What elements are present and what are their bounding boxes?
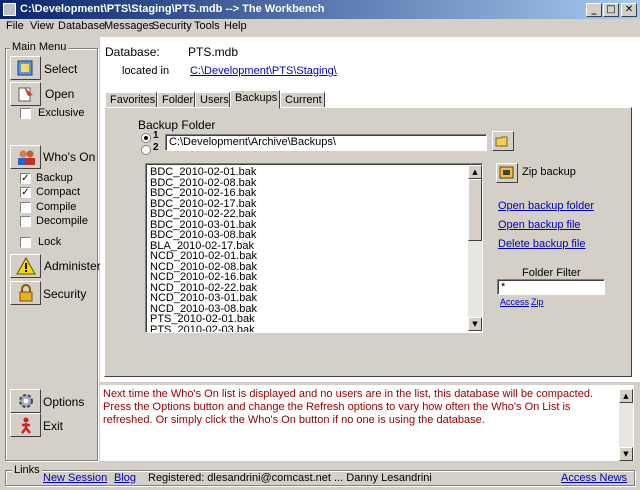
compact-label: Compact — [36, 186, 81, 198]
close-button[interactable]: ✕ — [621, 3, 637, 17]
backup-folder-label: Backup Folder — [138, 118, 216, 132]
database-label: Database: — [105, 45, 160, 59]
folder-radio-1-label: 1 — [153, 130, 159, 141]
new-session-link[interactable]: New Session — [43, 472, 107, 484]
tab-backups[interactable]: Backups — [230, 90, 280, 109]
menu-database[interactable]: Database — [58, 20, 105, 32]
filter-access-link[interactable]: Access — [500, 297, 529, 307]
select-icon — [17, 60, 32, 76]
lock-label: Lock — [38, 236, 62, 248]
menu-security[interactable]: Security — [152, 20, 192, 32]
window-title: C:\Development\PTS\Staging\PTS.mdb --> T… — [20, 3, 325, 15]
folder-icon — [495, 136, 508, 147]
open-backup-file-link[interactable]: Open backup file — [498, 219, 581, 231]
select-button[interactable] — [10, 56, 41, 80]
select-label: Select — [44, 62, 78, 76]
located-in-label: located in — [122, 65, 170, 77]
menu-file[interactable]: File — [6, 20, 24, 32]
links-title: Links — [12, 464, 42, 476]
filter-zip-link[interactable]: Zip — [531, 297, 544, 307]
backup-folder-input[interactable]: C:\Development\Archive\Backups\ — [165, 134, 487, 151]
administer-button[interactable] — [10, 254, 41, 278]
browse-folder-button[interactable] — [492, 131, 514, 151]
list-item[interactable]: BDC_2010-02-22.bak — [150, 209, 256, 220]
folder-radio-2[interactable] — [141, 145, 151, 155]
message-scroll-up[interactable]: ▲ — [619, 389, 633, 403]
scroll-down-button[interactable]: ▼ — [468, 317, 482, 331]
exit-button[interactable] — [10, 413, 41, 437]
compact-checkbox[interactable]: ✓ — [20, 187, 31, 198]
database-location-link[interactable]: C:\Development\PTS\Staging\ — [190, 65, 337, 77]
list-item[interactable]: NCD_2010-02-16.bak — [150, 272, 257, 283]
menu-tools[interactable]: Tools — [194, 20, 220, 32]
list-item[interactable]: BDC_2010-03-08.bak — [150, 230, 256, 241]
exit-label: Exit — [43, 419, 64, 433]
minimize-button[interactable]: _ — [586, 3, 602, 17]
backup-file-list[interactable]: BDC_2010-02-01.bak BDC_2010-02-08.bak BD… — [145, 163, 483, 333]
menu-bar: File View Database Messages Security Too… — [0, 19, 640, 34]
warning-icon — [15, 257, 36, 275]
list-item[interactable]: BDC_2010-02-01.bak — [150, 167, 256, 178]
whos-on-label: Who's On — [43, 150, 96, 164]
open-backup-folder-link[interactable]: Open backup folder — [498, 200, 594, 212]
compile-checkbox[interactable] — [20, 202, 31, 213]
exclusive-checkbox[interactable] — [20, 108, 31, 119]
access-news-link[interactable]: Access News — [561, 472, 627, 484]
whos-on-icon — [17, 150, 35, 165]
options-button[interactable] — [10, 389, 41, 413]
folder-filter-label: Folder Filter — [522, 267, 581, 279]
blog-link[interactable]: Blog — [114, 472, 136, 484]
scroll-thumb[interactable] — [468, 179, 482, 241]
message-text: Next time the Who's On list is displayed… — [103, 388, 594, 426]
tab-current[interactable]: Current — [280, 92, 325, 108]
list-item[interactable]: NCD_2010-03-01.bak — [150, 293, 257, 304]
main-menu-title: Main Menu — [10, 41, 69, 53]
open-label: Open — [45, 87, 75, 101]
menu-view[interactable]: View — [30, 20, 54, 32]
list-item[interactable]: BDC_2010-02-16.bak — [150, 188, 256, 199]
menu-messages[interactable]: Messages — [104, 20, 154, 32]
registered-text: Registered: dlesandrini@comcast.net ... … — [148, 472, 432, 484]
zip-backup-label: Zip backup — [522, 166, 576, 178]
zip-icon — [499, 166, 514, 179]
exclusive-label: Exclusive — [38, 107, 85, 119]
lock-checkbox[interactable] — [20, 237, 31, 248]
backup-label: Backup — [36, 172, 73, 184]
list-item[interactable]: NCD_2010-02-01.bak — [150, 251, 257, 262]
decompile-checkbox[interactable] — [20, 216, 31, 227]
title-bar: C:\Development\PTS\Staging\PTS.mdb --> T… — [0, 0, 640, 19]
whos-on-button[interactable] — [10, 145, 41, 169]
security-label: Security — [43, 287, 87, 301]
tab-folder[interactable]: Folder — [157, 92, 195, 108]
lock-icon — [19, 284, 32, 302]
menu-help[interactable]: Help — [224, 20, 247, 32]
open-button[interactable] — [10, 82, 41, 106]
folder-radio-1[interactable] — [141, 133, 151, 143]
list-item[interactable]: PTS_2010-02-01.bak — [150, 314, 255, 325]
app-icon — [3, 3, 16, 16]
database-name: PTS.mdb — [188, 45, 239, 59]
folder-filter-input[interactable]: * — [497, 279, 605, 295]
decompile-label: Decompile — [36, 215, 88, 227]
zip-backup-button[interactable] — [496, 163, 518, 183]
backup-checkbox[interactable]: ✓ — [20, 173, 31, 184]
message-box: Next time the Who's On list is displayed… — [100, 385, 634, 461]
scroll-up-button[interactable]: ▲ — [468, 165, 482, 179]
security-button[interactable] — [10, 281, 41, 305]
open-icon — [18, 87, 33, 102]
gear-icon — [18, 394, 33, 408]
maximize-button[interactable]: □ — [603, 3, 619, 17]
message-scroll-down[interactable]: ▼ — [619, 447, 633, 461]
compile-label: Compile — [36, 201, 77, 213]
options-label: Options — [43, 395, 85, 409]
tab-favorites[interactable]: Favorites — [105, 92, 157, 108]
folder-radio-2-label: 2 — [153, 142, 159, 153]
tab-users[interactable]: Users — [195, 92, 230, 108]
list-item[interactable]: PTS_2010-02-03.bak — [150, 324, 255, 332]
exit-icon — [20, 417, 31, 434]
delete-backup-file-link[interactable]: Delete backup file — [498, 238, 585, 250]
administer-label: Administer — [44, 259, 101, 273]
